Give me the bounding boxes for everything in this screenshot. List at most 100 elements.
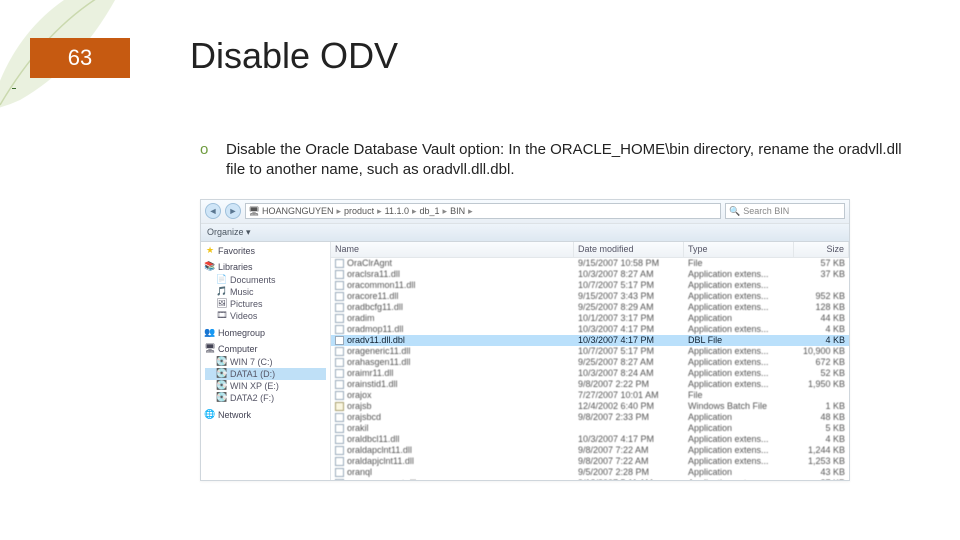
nav-drive[interactable]: 💽DATA1 (D:)	[205, 368, 326, 380]
table-row[interactable]: oradv11.dll.dbl10/3/2007 4:17 PMDBL File…	[331, 335, 849, 346]
nav-computer[interactable]: 🖥Computer	[205, 344, 326, 354]
file-date: 10/3/2007 4:17 PM	[574, 434, 684, 444]
star-icon: ★	[205, 246, 215, 256]
file-date: 9/5/2007 2:28 PM	[574, 467, 684, 477]
nav-favorites[interactable]: ★Favorites	[205, 246, 326, 256]
network-icon: 🌐	[205, 410, 215, 420]
table-row[interactable]: orajsbcd9/8/2007 2:33 PMApplication48 KB	[331, 412, 849, 423]
file-type: Application extens...	[684, 434, 794, 444]
forward-button[interactable]: ►	[225, 203, 241, 219]
col-type[interactable]: Type	[684, 242, 794, 257]
crumb-seg[interactable]: db_1	[420, 206, 440, 216]
table-row[interactable]: OraClrAgnt9/15/2007 10:58 PMFile57 KB	[331, 258, 849, 269]
navigation-pane[interactable]: ★Favorites 📚Libraries 📄Documents 🎵Music …	[201, 242, 331, 480]
col-name[interactable]: Name	[331, 242, 574, 257]
file-type: Application extens...	[684, 291, 794, 301]
crumb-seg[interactable]: HOANGNGUYEN	[262, 206, 334, 216]
file-type: Application	[684, 423, 794, 433]
table-row[interactable]: oraclsra11.dll10/3/2007 8:27 AMApplicati…	[331, 269, 849, 280]
col-size[interactable]: Size	[794, 242, 849, 257]
back-button[interactable]: ◄	[205, 203, 221, 219]
crumb-seg[interactable]: product	[344, 206, 374, 216]
slide-title: Disable ODV	[190, 35, 398, 77]
bullet-text: Disable the Oracle Database Vault option…	[226, 140, 920, 181]
file-date: 9/15/2007 10:58 PM	[574, 258, 684, 268]
file-date: 9/8/2007 2:22 PM	[574, 379, 684, 389]
table-row[interactable]: oraldapclnt11.dll9/8/2007 7:22 AMApplica…	[331, 445, 849, 456]
table-row[interactable]: orainstid1.dll9/8/2007 2:22 PMApplicatio…	[331, 379, 849, 390]
nav-homegroup[interactable]: 👥Homegroup	[205, 328, 326, 338]
table-row[interactable]: orajox7/27/2007 10:01 AMFile	[331, 390, 849, 401]
file-size: 4 KB	[794, 335, 849, 345]
nav-libraries[interactable]: 📚Libraries	[205, 262, 326, 272]
file-date: 9/8/2007 7:22 AM	[574, 456, 684, 466]
table-row[interactable]: oraldapjclnt11.dll9/8/2007 7:22 AMApplic…	[331, 456, 849, 467]
file-size: 1,950 KB	[794, 379, 849, 389]
file-size: 10,900 KB	[794, 346, 849, 356]
nav-documents[interactable]: 📄Documents	[205, 274, 326, 286]
file-type: Application extens...	[684, 324, 794, 334]
file-size: 48 KB	[794, 412, 849, 422]
nav-pictures[interactable]: 🖼Pictures	[205, 298, 326, 310]
table-row[interactable]: oracore11.dll9/15/2007 3:43 PMApplicatio…	[331, 291, 849, 302]
file-date: 9/25/2007 8:29 AM	[574, 302, 684, 312]
file-size: 1,253 KB	[794, 456, 849, 466]
file-size: 37 KB	[794, 269, 849, 279]
file-name: oramqw-agent.dll	[347, 478, 416, 480]
file-type: Application	[684, 467, 794, 477]
file-name: orakil	[347, 423, 369, 433]
table-row[interactable]: orakilApplication5 KB	[331, 423, 849, 434]
file-date: 10/1/2007 3:17 PM	[574, 313, 684, 323]
table-row[interactable]: orageneric11.dll10/7/2007 5:17 PMApplica…	[331, 346, 849, 357]
table-row[interactable]: oracommon11.dll10/7/2007 5:17 PMApplicat…	[331, 280, 849, 291]
table-row[interactable]: orahasgen11.dll9/25/2007 8:27 AMApplicat…	[331, 357, 849, 368]
table-row[interactable]: orajsb12/4/2002 6:40 PMWindows Batch Fil…	[331, 401, 849, 412]
nav-videos[interactable]: 🎞Videos	[205, 310, 326, 322]
file-date: 10/3/2007 4:17 PM	[574, 335, 684, 345]
nav-music[interactable]: 🎵Music	[205, 286, 326, 298]
file-type: Application extens...	[684, 368, 794, 378]
table-row[interactable]: oramqw-agent.dll 9/12/2007 5:11 AMApplica…	[331, 478, 849, 480]
crumb-seg[interactable]: BIN	[450, 206, 465, 216]
nav-network[interactable]: 🌐Network	[205, 410, 326, 420]
nav-drive[interactable]: 💽WIN XP (E:)	[205, 380, 326, 392]
file-type: Application	[684, 412, 794, 422]
file-type: Application extens...	[684, 478, 794, 480]
explorer-toolbar: Organize ▾	[201, 224, 849, 242]
breadcrumb[interactable]: 🖥 HOANGNGUYEN▸ product▸ 11.1.0▸ db_1▸ BI…	[245, 203, 721, 219]
file-date: 10/7/2007 5:17 PM	[574, 280, 684, 290]
search-placeholder: Search BIN	[743, 206, 789, 216]
file-name: oraclsra11.dll	[347, 269, 400, 279]
file-type: Application extens...	[684, 379, 794, 389]
table-row[interactable]: oranql9/5/2007 2:28 PMApplication43 KB	[331, 467, 849, 478]
file-type: DBL File	[684, 335, 794, 345]
nav-drive[interactable]: 💽WIN 7 (C:)	[205, 356, 326, 368]
file-size: 27 KB	[794, 478, 849, 480]
file-size: 44 KB	[794, 313, 849, 323]
organize-button[interactable]: Organize ▾	[207, 227, 251, 238]
column-headers[interactable]: Name Date modified Type Size	[331, 242, 849, 258]
table-row[interactable]: oradim10/1/2007 3:17 PMApplication44 KB	[331, 313, 849, 324]
file-size: 1 KB	[794, 401, 849, 411]
slide-number-badge: 63	[30, 38, 130, 78]
file-date: 10/3/2007 4:17 PM	[574, 324, 684, 334]
nav-drive[interactable]: 💽DATA2 (F:)	[205, 392, 326, 404]
file-date: 9/8/2007 7:22 AM	[574, 445, 684, 455]
file-icon	[335, 281, 344, 290]
file-date: 10/3/2007 8:27 AM	[574, 269, 684, 279]
file-icon	[335, 314, 344, 323]
file-date: 9/12/2007 5:11 AM	[574, 478, 684, 480]
table-row[interactable]: oradmop11.dll10/3/2007 4:17 PMApplicatio…	[331, 324, 849, 335]
file-size: 52 KB	[794, 368, 849, 378]
table-row[interactable]: oradbcfg11.dll9/25/2007 8:29 AMApplicati…	[331, 302, 849, 313]
col-date[interactable]: Date modified	[574, 242, 684, 257]
file-name: oracore11.dll	[347, 291, 398, 301]
table-row[interactable]: oraimr11.dll10/3/2007 8:24 AMApplication…	[331, 368, 849, 379]
file-icon	[335, 468, 344, 477]
file-size: 1,244 KB	[794, 445, 849, 455]
search-input[interactable]: 🔍Search BIN	[725, 203, 845, 219]
crumb-seg[interactable]: 11.1.0	[385, 206, 409, 216]
table-row[interactable]: oraldbcl11.dll10/3/2007 4:17 PMApplicati…	[331, 434, 849, 445]
file-name: orahasgen11.dll	[347, 357, 410, 367]
file-icon	[335, 259, 344, 268]
